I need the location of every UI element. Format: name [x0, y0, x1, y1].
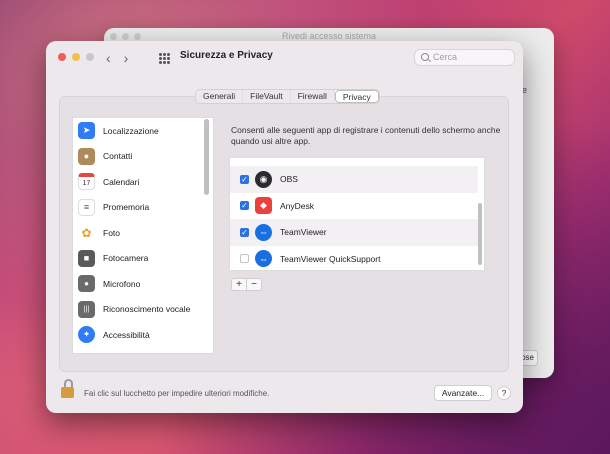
lock-hint-text: Fai clic sul lucchetto per impedire ulte… [84, 389, 270, 398]
search-input[interactable] [433, 52, 511, 62]
advanced-button[interactable]: Avanzate... [434, 385, 492, 401]
sidebar-item-contatti[interactable]: ● Contatti [73, 144, 213, 170]
sidebar-item-fotocamera[interactable]: ■ Fotocamera [73, 246, 213, 272]
app-row-teamviewer-quicksupport[interactable]: ⇔ TeamViewer QuickSupport [230, 246, 478, 271]
sidebar-item-label: Calendari [103, 176, 140, 187]
app-checkbox-obs[interactable]: ✓ [240, 174, 249, 184]
app-list-scrollbar[interactable] [478, 203, 482, 265]
reminders-icon: ≡ [78, 198, 95, 216]
sidebar-item-label: Contatti [103, 151, 133, 162]
screen-recording-description: Consenti alle seguenti app di registrare… [231, 125, 501, 146]
app-name: OBS [280, 174, 298, 185]
sidebar-item-label: Riconoscimento vocale [103, 304, 191, 315]
sidebar-item-label: Accessibilità [103, 329, 150, 340]
camera-icon: ■ [78, 249, 95, 267]
contacts-icon: ● [78, 147, 95, 165]
sidebar-item-calendari[interactable]: 17 Calendari [73, 169, 213, 195]
sidebar-item-label: Promemoria [103, 202, 150, 213]
app-checkbox-anydesk[interactable]: ✓ [240, 201, 249, 211]
tab-bar: Generali FileVault Firewall Privacy [195, 89, 380, 104]
remove-app-button[interactable]: − [247, 279, 261, 290]
search-field[interactable] [414, 49, 515, 66]
speech-recognition-icon: ||| [78, 300, 95, 318]
app-name: TeamViewer [280, 227, 327, 238]
zoom-button[interactable] [86, 53, 94, 61]
app-checkbox-teamviewer[interactable]: ✓ [240, 227, 249, 237]
app-row-obs[interactable]: ✓ ◉ OBS [230, 166, 478, 193]
microphone-icon: ● [78, 275, 95, 293]
location-arrow-icon: ➤ [78, 122, 95, 140]
lock-icon[interactable] [60, 379, 76, 399]
sidebar-item-riconoscimento-vocale[interactable]: ||| Riconoscimento vocale [73, 297, 213, 323]
sidebar-item-microfono[interactable]: ● Microfono [73, 271, 213, 297]
photos-icon: ✿ [78, 224, 95, 242]
privacy-category-list[interactable]: ➤ Localizzazione ● Contatti 17 Calendari… [72, 117, 214, 354]
sidebar-scrollbar[interactable] [204, 119, 209, 195]
add-remove-control: + − [231, 278, 262, 291]
forward-chevron-icon[interactable]: › [124, 50, 129, 66]
sidebar-item-label: Fotocamera [103, 253, 149, 264]
tab-generali[interactable]: Generali [196, 90, 244, 103]
anydesk-icon: ◆ [255, 197, 272, 215]
accessibility-icon: ✦ [78, 326, 95, 344]
back-chevron-icon[interactable]: ‹ [106, 50, 111, 66]
calendar-icon: 17 [78, 173, 95, 191]
app-name: TeamViewer QuickSupport [280, 253, 381, 264]
window-title: Sicurezza e Privacy [180, 50, 273, 61]
help-button[interactable]: ? [497, 386, 511, 400]
teamviewer-quicksupport-icon: ⇔ [255, 250, 272, 268]
tab-filevault[interactable]: FileVault [243, 90, 291, 103]
sidebar-item-localizzazione[interactable]: ➤ Localizzazione [73, 118, 213, 144]
app-row-teamviewer[interactable]: ✓ ⇔ TeamViewer [230, 219, 478, 246]
tab-firewall[interactable]: Firewall [290, 90, 335, 103]
navigation: ‹ › [106, 50, 128, 66]
minimize-button[interactable] [72, 53, 80, 61]
close-button[interactable] [58, 53, 66, 61]
app-name: AnyDesk [280, 200, 315, 211]
sidebar-item-promemoria[interactable]: ≡ Promemoria [73, 195, 213, 221]
sidebar-item-foto[interactable]: ✿ Foto [73, 220, 213, 246]
add-app-button[interactable]: + [232, 279, 247, 290]
app-row-anydesk[interactable]: ✓ ◆ AnyDesk [230, 193, 478, 220]
sidebar-item-label: Localizzazione [103, 125, 159, 136]
search-icon [421, 53, 429, 61]
window-controls [58, 53, 94, 61]
tab-privacy[interactable]: Privacy [334, 90, 379, 103]
sidebar-item-label: Microfono [103, 278, 141, 289]
security-privacy-window: ‹ › Sicurezza e Privacy Generali FileVau… [46, 41, 523, 413]
toolbar: ‹ › Sicurezza e Privacy [46, 41, 523, 75]
sidebar-item-accessibilita[interactable]: ✦ Accessibilità [73, 322, 213, 348]
sidebar-item-label: Foto [103, 227, 121, 238]
back-window-title: Rivedi accesso sistema [281, 31, 377, 41]
show-all-grid-icon[interactable] [159, 53, 170, 64]
app-list[interactable]: ✓ ◉ OBS ✓ ◆ AnyDesk ✓ ⇔ TeamViewer ⇔ Tea… [229, 157, 485, 271]
teamviewer-icon: ⇔ [255, 223, 272, 241]
obs-icon: ◉ [255, 170, 272, 188]
app-checkbox-teamviewer-quicksupport[interactable] [240, 254, 249, 264]
